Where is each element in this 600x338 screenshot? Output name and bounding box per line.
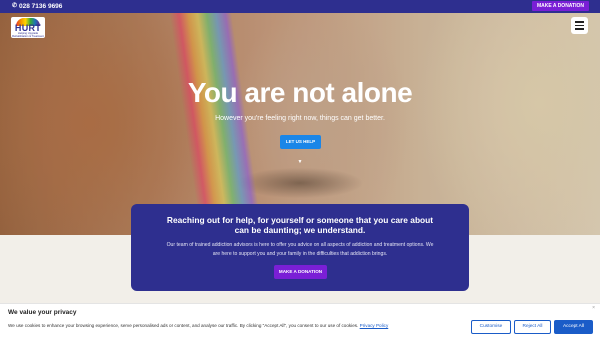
let-us-help-button[interactable]: LET US HELP: [280, 135, 321, 149]
hero-subheadline: However you're feeling right now, things…: [215, 115, 385, 122]
hero-section: HURT Helping Upgrade Rehabilitation & Tr…: [0, 13, 600, 235]
cookie-description: We use cookies to enhance your browsing …: [8, 323, 359, 328]
cookie-text: We use cookies to enhance your browsing …: [8, 323, 388, 328]
reject-all-button[interactable]: Reject All: [514, 320, 551, 334]
privacy-policy-link[interactable]: Privacy Policy: [360, 323, 389, 328]
intro-card: Reaching out for help, for yourself or s…: [131, 204, 469, 291]
intro-card-title: Reaching out for help, for yourself or s…: [166, 215, 434, 235]
card-donate-button[interactable]: MAKE A DONATION: [274, 265, 327, 279]
phone-number: 028 7136 9696: [19, 3, 63, 10]
phone-link[interactable]: ✆ 028 7136 9696: [12, 1, 62, 12]
phone-icon: ✆: [12, 3, 18, 9]
chevron-down-icon[interactable]: ▼: [296, 159, 304, 165]
accept-all-button[interactable]: Accept All: [554, 320, 593, 334]
cookie-banner: × We value your privacy We use cookies t…: [0, 303, 600, 338]
logo-tagline: Helping Upgrade Rehabilitation & Treatme…: [12, 32, 44, 38]
top-donate-button[interactable]: MAKE A DONATION: [531, 1, 589, 11]
hamburger-icon-line: [575, 24, 584, 27]
hamburger-menu-button[interactable]: [571, 17, 588, 34]
customise-button[interactable]: Customise: [471, 320, 511, 334]
close-icon[interactable]: ×: [592, 305, 595, 311]
top-bar: ✆ 028 7136 9696 MAKE A DONATION: [0, 0, 600, 13]
intro-card-body: Our team of trained addiction advisors i…: [166, 242, 434, 257]
hamburger-icon-line: [575, 21, 584, 23]
hero-headline: You are not alone: [187, 77, 413, 108]
site-logo[interactable]: HURT Helping Upgrade Rehabilitation & Tr…: [11, 17, 45, 38]
cookie-title: We value your privacy: [8, 309, 77, 316]
hamburger-icon-line: [575, 28, 584, 30]
